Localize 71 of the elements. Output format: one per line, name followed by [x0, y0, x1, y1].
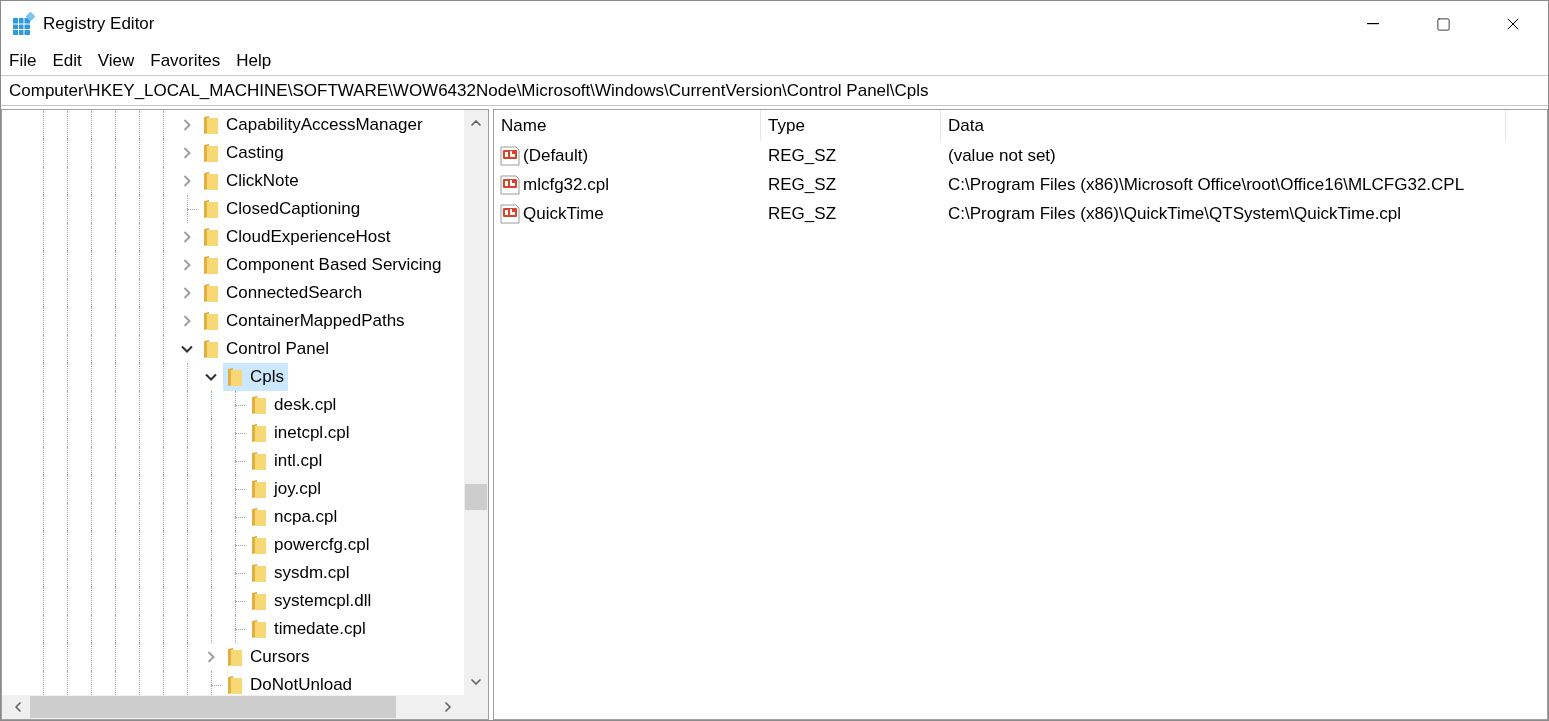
tree-item[interactable]: CapabilityAccessManager: [199, 111, 427, 139]
scrollbar-thumb[interactable]: [465, 484, 487, 510]
tree-item[interactable]: ClosedCaptioning: [199, 195, 365, 223]
column-header[interactable]: Name: [494, 110, 761, 141]
menu-item[interactable]: Help: [234, 48, 274, 74]
value-data: C:\Program Files (x86)\Microsoft Office\root\Office16\MLCFG32.CPL: [948, 174, 1465, 194]
folder-icon: [251, 563, 267, 583]
value-type: REG_SZ: [768, 203, 837, 223]
menu-item[interactable]: View: [95, 48, 137, 74]
tree-item[interactable]: Cpls: [223, 363, 288, 391]
minimize-icon: [1367, 23, 1379, 25]
value-name: QuickTime: [523, 202, 604, 225]
vertical-scrollbar[interactable]: [464, 110, 488, 695]
value-data: C:\Program Files (x86)\QuickTime\QTSystem\QuickTime.cpl: [948, 203, 1402, 223]
folder-icon: [203, 255, 219, 275]
folder-icon: [227, 675, 243, 695]
scrollbar-thumb[interactable]: [30, 696, 396, 718]
folder-icon: [203, 311, 219, 331]
folder-icon: [203, 227, 219, 247]
folder-icon: [203, 143, 219, 163]
tree-item[interactable]: desk.cpl: [247, 391, 341, 419]
value-name: mlcfg32.cpl: [523, 173, 609, 196]
folder-icon: [251, 591, 267, 611]
tree-item[interactable]: ClickNote: [199, 167, 303, 195]
tree-item[interactable]: ncpa.cpl: [247, 503, 342, 531]
tree-item[interactable]: Casting: [199, 139, 288, 167]
string-value-icon: [499, 144, 521, 167]
window-title: Registry Editor: [43, 13, 155, 36]
folder-icon: [203, 199, 219, 219]
folder-icon: [251, 395, 267, 415]
folder-icon: [251, 423, 267, 443]
tree-item[interactable]: intl.cpl: [247, 447, 327, 475]
folder-icon: [203, 339, 219, 359]
tree-item[interactable]: ContainerMappedPaths: [199, 307, 409, 335]
folder-icon: [203, 283, 219, 303]
tree-item[interactable]: CloudExperienceHost: [199, 223, 395, 251]
menu-item[interactable]: Edit: [50, 48, 84, 74]
tree-item[interactable]: DoNotUnload: [223, 671, 357, 695]
folder-icon: [251, 619, 267, 639]
column-header[interactable]: Type: [761, 110, 941, 141]
tree-item[interactable]: systemcpl.dll: [247, 587, 376, 615]
value-type: REG_SZ: [768, 145, 837, 165]
tree-item[interactable]: joy.cpl: [247, 475, 325, 503]
folder-icon: [227, 647, 243, 667]
value-type: REG_SZ: [768, 174, 837, 194]
folder-icon: [251, 507, 267, 527]
app-icon: [12, 12, 36, 36]
tree-item[interactable]: powercfg.cpl: [247, 531, 374, 559]
tree-item[interactable]: timedate.cpl: [247, 615, 370, 643]
tree-item[interactable]: inetcpl.cpl: [247, 419, 354, 447]
menu-item[interactable]: Favorites: [148, 48, 223, 74]
folder-icon: [227, 367, 243, 387]
folder-icon: [203, 115, 219, 135]
string-value-icon: [499, 173, 521, 196]
column-header[interactable]: Data: [941, 110, 1506, 141]
maximize-icon: [1435, 16, 1451, 32]
tree-item[interactable]: sysdm.cpl: [247, 559, 354, 587]
folder-icon: [203, 171, 219, 191]
folder-icon: [251, 479, 267, 499]
value-name: (Default): [523, 144, 589, 167]
folder-icon: [251, 535, 267, 555]
tree-item[interactable]: Component Based Servicing: [199, 251, 446, 279]
value-data: (value not set): [948, 145, 1056, 165]
tree-item[interactable]: Control Panel: [199, 335, 333, 363]
address-bar[interactable]: Computer\HKEY_LOCAL_MACHINE\SOFTWARE\WOW6432Node\Microsoft\Windows\CurrentVersion\Control Panel\Cpls: [1, 75, 1548, 106]
menu-item[interactable]: File: [7, 48, 39, 74]
tree-item[interactable]: Cursors: [223, 643, 314, 671]
horizontal-scrollbar[interactable]: [2, 695, 488, 719]
tree-item[interactable]: ConnectedSearch: [199, 279, 367, 307]
string-value-icon: [499, 202, 521, 225]
folder-icon: [251, 451, 267, 471]
